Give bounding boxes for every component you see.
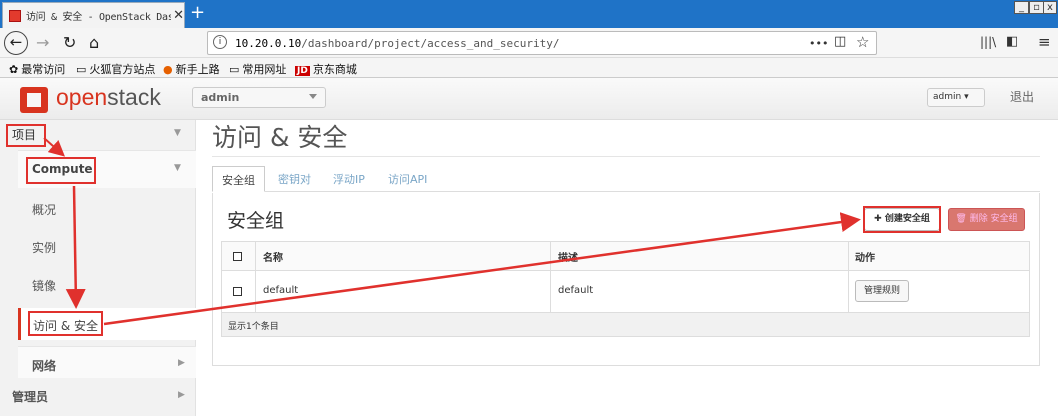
arrow-compute-to-access — [65, 185, 86, 309]
arrow-project-to-compute — [43, 137, 65, 157]
annotation-arrows — [43, 137, 861, 326]
arrow-access-to-create — [103, 212, 861, 326]
